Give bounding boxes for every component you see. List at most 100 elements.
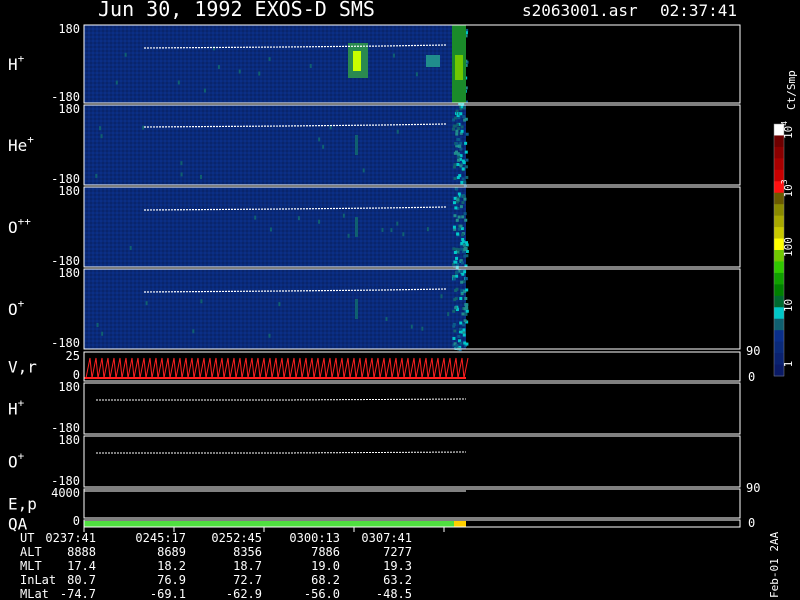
speckle — [461, 237, 465, 241]
speckle — [459, 205, 463, 209]
speckle — [465, 288, 469, 292]
footer-value: 0237:41 — [45, 531, 96, 545]
speckle — [464, 312, 468, 316]
speckle — [453, 250, 457, 254]
speckle — [455, 218, 459, 222]
colorbar-seg — [774, 318, 784, 331]
blob — [355, 135, 358, 155]
speckle — [396, 221, 399, 226]
footer-value: 18.7 — [233, 559, 262, 573]
spectrogram-bg — [84, 25, 466, 103]
speckle — [463, 341, 467, 345]
plot-title: Jun 30, 1992 EXOS-D SMS — [98, 0, 375, 21]
colorbar: Ct/Smp 104 103 100 10 1 — [773, 70, 798, 377]
speckle — [465, 132, 469, 136]
date-stamp: Feb-01 2AA — [768, 531, 781, 598]
speckle — [129, 245, 132, 250]
colorbar-seg — [774, 204, 784, 217]
footer-value: 8689 — [157, 545, 186, 559]
colorbar-seg — [774, 272, 784, 285]
speckle — [426, 227, 429, 232]
spectrogram-bg — [84, 187, 466, 267]
speckle — [455, 343, 459, 347]
panel-frame — [83, 488, 741, 519]
speckle — [203, 88, 206, 93]
colorbar-label: 1 — [782, 361, 795, 368]
speckle — [457, 334, 461, 338]
speckle — [459, 341, 463, 345]
speckle — [454, 260, 458, 264]
footer-value: -56.0 — [304, 587, 340, 600]
speckle — [396, 129, 399, 134]
speckle — [461, 312, 465, 316]
speckle — [462, 194, 466, 198]
panel-label: H+ — [8, 52, 25, 74]
speckle — [455, 270, 459, 274]
speckle — [454, 306, 458, 310]
speckle — [465, 175, 469, 179]
panel-label: O+ — [8, 450, 25, 472]
panel-label: He+ — [8, 133, 34, 155]
speckle — [268, 333, 271, 338]
speckle — [115, 80, 118, 85]
speckle — [465, 303, 469, 307]
exos-d-sms-plot: Jun 30, 1992 EXOS-D SMS s2063001.asr 02:… — [8, 0, 798, 600]
speckle — [460, 180, 464, 184]
y-max-tick: 4000 — [51, 486, 80, 500]
speckle — [463, 212, 467, 216]
speckle — [217, 65, 220, 70]
footer-value: 18.2 — [157, 559, 186, 573]
speckle — [462, 328, 466, 332]
speckle — [402, 232, 405, 237]
speckle — [455, 256, 459, 260]
speckle — [456, 232, 460, 236]
panel-frame — [83, 382, 741, 435]
speckle — [457, 155, 461, 159]
panel-3: O+ 180 -180 — [8, 266, 741, 352]
footer-value: 0245:17 — [135, 531, 186, 545]
y-max-tick: 180 — [58, 22, 80, 36]
speckle — [177, 80, 180, 85]
panel-2: O++180-180 — [8, 184, 741, 269]
panel-label: O++ — [8, 215, 31, 237]
colorbar-seg — [774, 330, 784, 343]
panel-5: H+180-180 — [8, 380, 741, 435]
speckle — [238, 69, 241, 74]
speckle — [455, 132, 459, 136]
y-min-tick: 0 — [73, 514, 80, 528]
speckle — [192, 329, 195, 334]
speckle — [463, 319, 467, 323]
footer-value: 0300:13 — [289, 531, 340, 545]
speckle — [269, 227, 272, 232]
right-bottom-tick: 0 — [748, 516, 755, 530]
speckle — [459, 141, 463, 145]
y-max-tick: 180 — [58, 433, 80, 447]
speckle — [456, 198, 460, 202]
speckle — [463, 118, 467, 122]
y-max-tick: 25 — [66, 349, 80, 363]
speckle — [460, 280, 464, 284]
speckle — [452, 165, 456, 169]
speckle — [455, 187, 459, 191]
speckle — [464, 277, 468, 281]
speckle — [452, 127, 456, 131]
qa-bar-end — [454, 521, 466, 527]
speckle — [462, 333, 466, 337]
speckle — [459, 147, 463, 151]
speckle — [454, 206, 458, 210]
speckle — [459, 112, 463, 116]
panel-label: E,p — [8, 495, 37, 514]
speckle — [258, 71, 261, 76]
footer-label: MLat — [20, 587, 49, 600]
qa-bar — [84, 521, 454, 527]
right-bottom-tick: 0 — [748, 370, 755, 384]
speckle — [101, 331, 104, 336]
footer-value: -62.9 — [226, 587, 262, 600]
footer-value: 63.2 — [383, 573, 412, 587]
colorbar-label: 100 — [782, 237, 795, 257]
footer-value: 72.7 — [233, 573, 262, 587]
footer-label: MLT — [20, 559, 42, 573]
speckle — [200, 174, 203, 179]
speckle — [462, 323, 466, 327]
panel-frame — [83, 435, 741, 488]
